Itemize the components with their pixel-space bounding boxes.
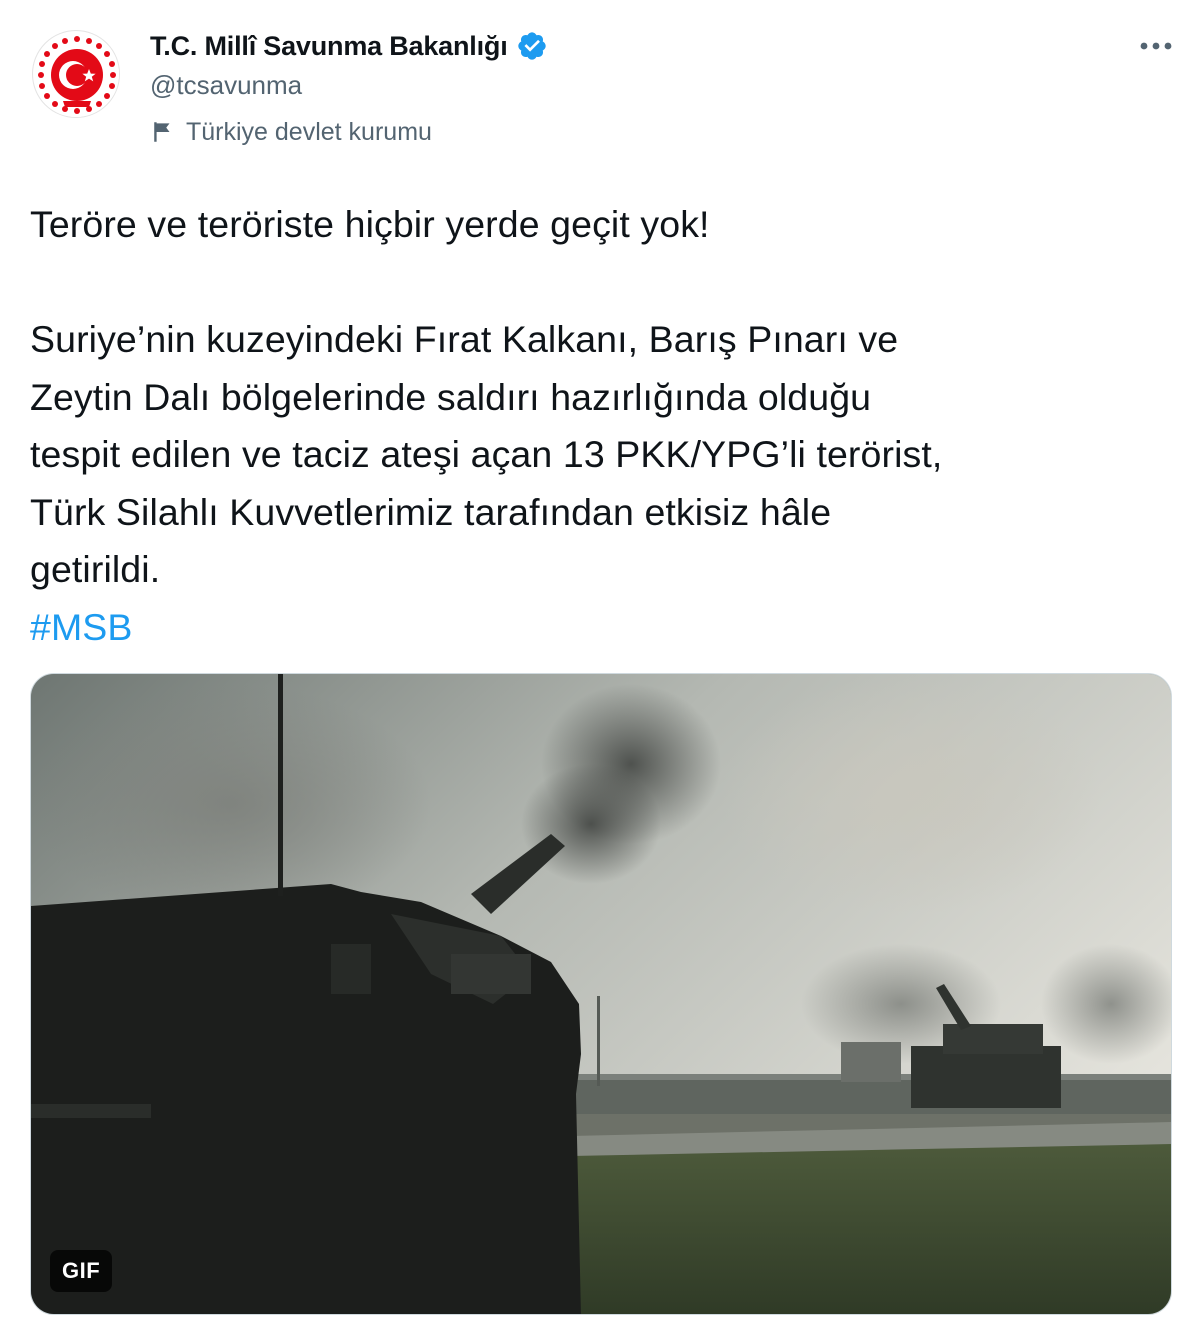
account-label-text: Türkiye devlet kurumu (186, 117, 432, 146)
flag-icon (150, 119, 176, 145)
verified-badge-icon (516, 30, 548, 62)
tweet-text-line: Türk Silahlı Kuvvetlerimiz tarafından et… (30, 490, 832, 533)
author-handle[interactable]: @tcsavunma (150, 70, 302, 101)
tweet-text-line: Zeytin Dalı bölgelerinde saldırı hazırlı… (30, 375, 872, 418)
paragraph-spacer (30, 254, 1180, 312)
author-name-row: T.C. Millî Savunma Bakanlığı (150, 26, 548, 66)
tweet-card: T.C. Millî Savunma Bakanlığı @tcsavunma … (0, 0, 1200, 1334)
more-horizontal-icon (1140, 42, 1172, 50)
avatar[interactable] (32, 30, 120, 118)
tweet-text-line: Suriye’nin kuzeyindeki Fırat Kalkanı, Ba… (30, 318, 899, 360)
tweet-text: Teröre ve teröriste hiçbir yerde geçit y… (30, 196, 1180, 656)
tweet-text-line: getirildi. (30, 548, 161, 590)
artillery-scene-image (31, 674, 1171, 1314)
author-display-name[interactable]: T.C. Millî Savunma Bakanlığı (150, 31, 508, 62)
account-label: Türkiye devlet kurumu (150, 114, 432, 150)
hashtag-link[interactable]: #MSB (30, 606, 133, 648)
tweet-text-line: tespit edilen ve taciz ateşi açan 13 PKK… (30, 433, 943, 475)
tweet-text-line: Teröre ve teröriste hiçbir yerde geçit y… (30, 203, 710, 245)
more-options-button[interactable] (1134, 28, 1178, 64)
tweet-media[interactable] (30, 673, 1172, 1315)
gif-badge: GIF (50, 1250, 113, 1292)
msb-emblem-icon (34, 32, 119, 117)
